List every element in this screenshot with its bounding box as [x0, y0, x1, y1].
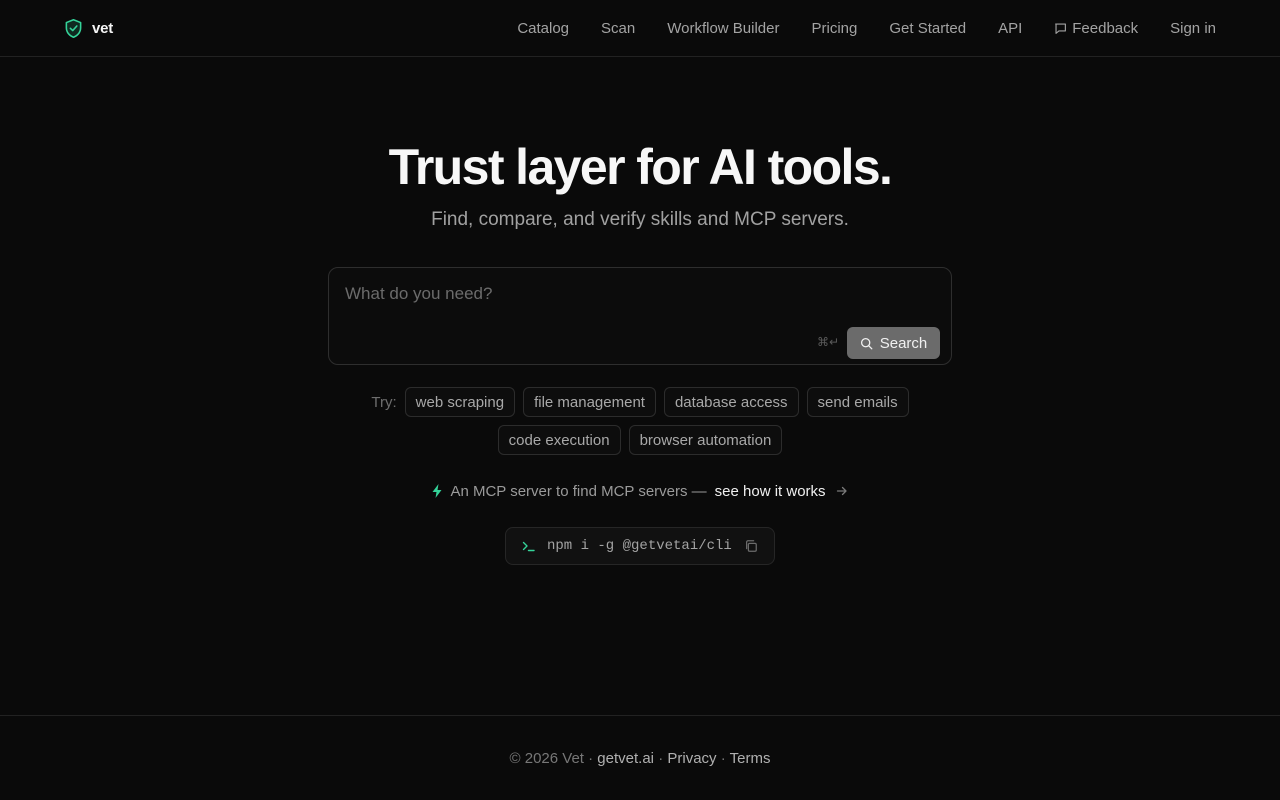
- footer-privacy-link[interactable]: Privacy: [667, 750, 716, 767]
- suggestion-chip[interactable]: database access: [663, 387, 799, 417]
- search-input[interactable]: [345, 282, 935, 306]
- nav-label: Get Started: [889, 19, 967, 37]
- arrow-right-icon: [836, 486, 847, 496]
- suggestion-chip[interactable]: web scraping: [404, 387, 516, 417]
- promo-link-label: see how it works: [714, 482, 826, 500]
- page-subtitle: Find, compare, and verify skills and MCP…: [431, 209, 849, 230]
- nav-label: Scan: [601, 19, 636, 37]
- nav-pricing[interactable]: Pricing: [811, 20, 857, 37]
- footer-text: © 2026 Vet · getvet.ai · Privacy · Terms: [0, 750, 1280, 767]
- nav-label: API: [998, 19, 1023, 37]
- nav-label: Workflow Builder: [667, 19, 780, 37]
- suggestions-label: Try:: [371, 393, 397, 411]
- nav-get-started[interactable]: Get Started: [889, 20, 966, 37]
- promo-text: An MCP server to find MCP servers —: [450, 482, 707, 500]
- install-command: npm i -g @getvetai/cli: [505, 527, 775, 565]
- suggestion-chip[interactable]: browser automation: [628, 425, 783, 455]
- footer-copyright: © 2026 Vet ·: [509, 750, 594, 767]
- footer-terms-link[interactable]: Terms: [730, 750, 771, 767]
- footer-site-link[interactable]: getvet.ai: [597, 750, 654, 767]
- copy-button[interactable]: [744, 539, 758, 553]
- nav-scan[interactable]: Scan: [601, 20, 635, 37]
- suggestion-chip[interactable]: send emails: [806, 387, 909, 417]
- top-navbar: vet Catalog Scan Workflow Builder Pricin…: [0, 0, 1280, 57]
- footer: © 2026 Vet · getvet.ai · Privacy · Terms: [0, 715, 1280, 800]
- nav-label: Catalog: [517, 19, 570, 37]
- main-nav: Catalog Scan Workflow Builder Pricing Ge…: [517, 0, 1216, 56]
- nav-label: Pricing: [811, 19, 858, 37]
- suggestion-chip[interactable]: file management: [523, 387, 656, 417]
- footer-separator: ·: [720, 750, 726, 767]
- terminal-prompt-icon: [522, 541, 535, 552]
- search-box: ⌘↵ Search: [328, 267, 952, 365]
- brand-name: vet: [92, 19, 114, 37]
- shield-check-icon: [65, 18, 82, 38]
- search-icon: [860, 337, 873, 349]
- bolt-icon: [432, 484, 442, 498]
- brand-logo-link[interactable]: vet: [64, 17, 113, 39]
- suggestions-row-2: code execution browser automation: [0, 425, 1280, 455]
- see-how-it-works-link[interactable]: see how it works: [715, 483, 848, 500]
- suggestions-row-1: Try: web scraping file management databa…: [0, 387, 1280, 417]
- nav-catalog[interactable]: Catalog: [517, 20, 569, 37]
- mcp-promo: An MCP server to find MCP servers — see …: [0, 481, 1280, 501]
- copy-icon: [745, 540, 757, 552]
- page-title: Trust layer for AI tools.: [388, 139, 893, 195]
- nav-feedback[interactable]: Feedback: [1054, 20, 1138, 37]
- search-button[interactable]: Search: [847, 327, 940, 359]
- nav-label: Sign in: [1170, 19, 1216, 37]
- search-button-label: Search: [879, 334, 928, 352]
- nav-api[interactable]: API: [998, 20, 1022, 37]
- suggestion-chip[interactable]: code execution: [497, 425, 621, 455]
- keyboard-shortcut-hint: ⌘↵: [817, 335, 840, 349]
- footer-separator: ·: [658, 750, 664, 767]
- nav-sign-in[interactable]: Sign in: [1170, 20, 1216, 37]
- install-command-text: npm i -g @getvetai/cli: [547, 538, 732, 554]
- nav-workflow-builder[interactable]: Workflow Builder: [667, 20, 779, 37]
- message-square-icon: [1055, 22, 1067, 34]
- nav-label: Feedback: [1072, 19, 1139, 37]
